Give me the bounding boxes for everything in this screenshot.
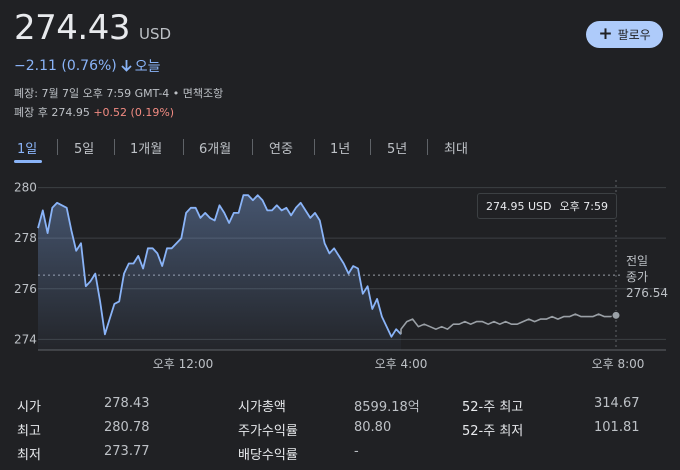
stat-value-market-cap: 8599.18억 [354, 400, 420, 415]
tab-1-month[interactable]: 1개월 [130, 138, 162, 157]
stat-label-dividend-yield: 배당수익률 [238, 448, 298, 463]
stat-value-high: 280.78 [104, 420, 150, 435]
x-tick-label: 오후 8:00 [592, 357, 645, 371]
active-tab-indicator [14, 160, 42, 163]
tab-1-day[interactable]: 1일 [17, 138, 37, 157]
previous-close-value: 276.54 [626, 286, 668, 300]
after-hours-change: +0.52 (0.19%) [93, 106, 175, 119]
tab-max[interactable]: 최대 [444, 138, 468, 157]
tab-divider [252, 139, 253, 155]
currency-label: USD [138, 25, 172, 43]
price-change: −2.11 (0.76%) 오늘 [14, 56, 161, 76]
after-hours-series-line [400, 313, 617, 335]
tab-ytd[interactable]: 연중 [269, 138, 293, 157]
current-price: 274.43 [14, 8, 130, 48]
x-tick-label: 오후 4:00 [375, 357, 428, 371]
y-tick-label: 280 [14, 181, 37, 195]
y-tick-label: 274 [14, 332, 37, 346]
tab-1-year[interactable]: 1년 [330, 138, 350, 157]
previous-close-label: 전일 종가 276.54 [626, 253, 668, 301]
stat-label-52wk-high: 52-주 최고 [462, 400, 524, 415]
after-hours-label: 폐장 후 274.95 [14, 106, 90, 119]
session-area [38, 195, 401, 350]
plus-icon: + [598, 24, 613, 44]
close-info: 폐장: 7월 7일 오후 7:59 GMT-4 • 면책조항 [14, 87, 224, 100]
last-price-point [611, 310, 621, 320]
stat-value-dividend-yield: - [354, 444, 359, 459]
after-hours-info: 폐장 후 274.95 +0.52 (0.19%) [14, 104, 174, 120]
stat-value-low: 273.77 [104, 444, 150, 459]
y-tick-label: 276 [14, 282, 37, 296]
stat-value-pe-ratio: 80.80 [354, 420, 392, 435]
stat-label-low: 최저 [17, 448, 41, 463]
tab-divider [57, 139, 58, 155]
stat-value-52wk-low: 101.81 [594, 420, 640, 435]
change-period: 오늘 [134, 59, 161, 75]
y-tick-label: 278 [14, 231, 37, 245]
stat-label-52wk-low: 52-주 최저 [462, 424, 524, 439]
tab-5-year[interactable]: 5년 [387, 138, 407, 157]
previous-close-line1: 전일 [626, 254, 649, 268]
follow-button-label: 팔로우 [617, 28, 651, 42]
tooltip-value: 274.95 USD [486, 199, 552, 213]
tab-divider [114, 139, 115, 155]
stat-value-open: 278.43 [104, 396, 150, 411]
stat-label-open: 시가 [17, 400, 41, 415]
stat-label-market-cap: 시가총액 [238, 400, 286, 415]
tooltip-time: 오후 7:59 [559, 200, 608, 213]
previous-close-line2: 종가 [626, 270, 649, 284]
x-tick-label: 오후 12:00 [153, 357, 213, 371]
follow-button[interactable]: + 팔로우 [586, 21, 663, 48]
tab-divider [427, 139, 428, 155]
tab-divider [370, 139, 371, 155]
stat-value-52wk-high: 314.67 [594, 396, 640, 411]
tab-divider [314, 139, 315, 155]
change-value: −2.11 (0.76%) [14, 58, 117, 74]
stat-label-pe-ratio: 주가수익률 [238, 424, 298, 439]
chart-tooltip: 274.95 USD 오후 7:59 [477, 193, 617, 219]
tab-6-month[interactable]: 6개월 [199, 138, 231, 157]
arrow-down-icon [121, 60, 132, 72]
time-range-tabs: 1일 5일 1개월 6개월 연중 1년 5년 최대 [0, 136, 680, 164]
tab-5-day[interactable]: 5일 [74, 138, 94, 157]
tab-divider [183, 139, 184, 155]
stat-label-high: 최고 [17, 424, 41, 439]
price-header: 274.43 USD [14, 8, 171, 48]
